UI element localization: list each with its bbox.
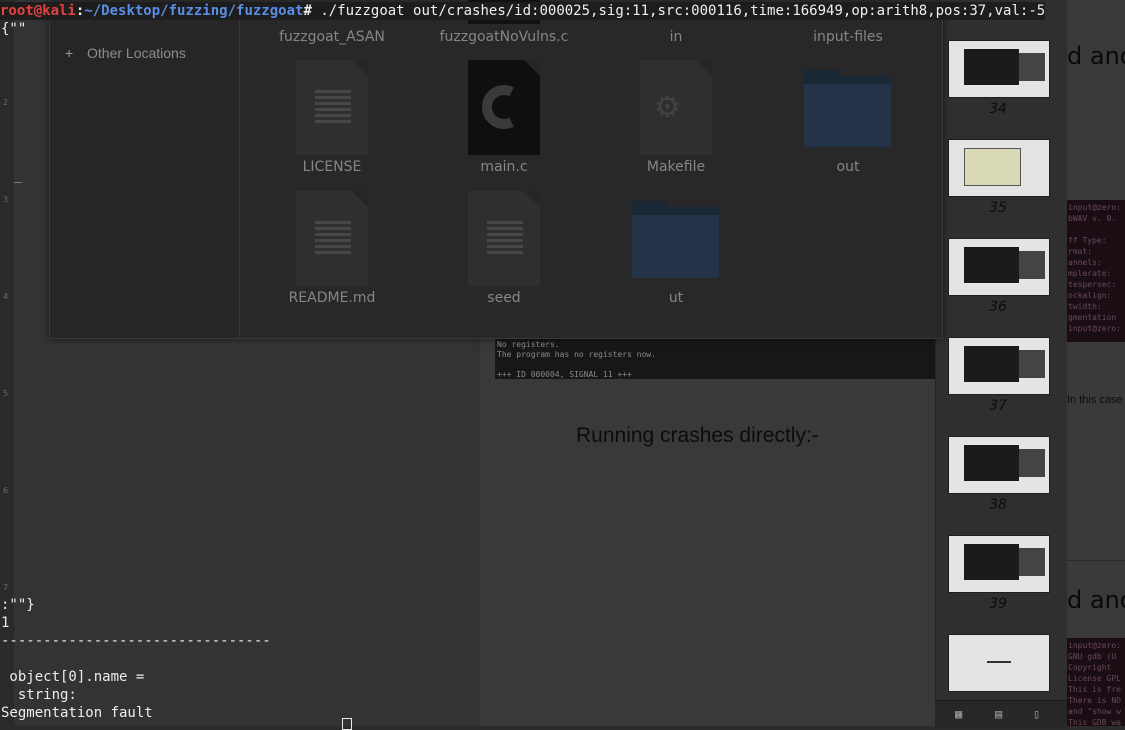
terminal-output-line: string: [1,687,77,703]
file-label[interactable]: in [601,29,751,45]
page-thumbnail[interactable] [948,238,1050,296]
ruler-number: 2 [3,98,9,107]
ruler-number: 6 [3,486,9,495]
prompt-user: root@kali [0,3,76,19]
terminal-output-line: -------------------------------- [1,633,271,649]
document-heading: Running crashes directly:- [576,424,819,447]
page-number: 36 [989,299,1007,315]
terminal-output-line: :""} [1,597,35,613]
terminal-cursor [342,718,352,730]
term-line: There is NO [1068,696,1121,705]
term-line: Copyright [1068,663,1112,672]
page-thumbnail[interactable] [948,337,1050,395]
page-number: 35 [989,200,1007,216]
page-number: 39 [989,596,1007,612]
prompt-path: ~/Desktop/fuzzing/fuzzgoat [84,3,304,19]
gdb-line: No registers. [497,340,560,349]
gdb-line [497,360,933,370]
term-line: gmentation [1068,313,1117,322]
sidebar-item-other-locations[interactable]: + Other Locations [65,45,186,61]
ruler-number: 7 [3,583,9,592]
outline-marker [14,182,22,183]
terminal-output-line: Segmentation fault [1,705,153,721]
file-label[interactable]: fuzzgoat_ASAN [257,29,407,45]
file-label[interactable]: README.md [257,290,407,306]
term-line: mplerate: [1068,269,1112,278]
file-label[interactable]: main.c [429,159,579,175]
term-line: twidth: [1068,302,1102,311]
term-line: tespersec: [1068,280,1117,289]
term-line: rmat: [1068,247,1093,256]
term-line: input@zero: [1068,324,1121,333]
terminal-command-line[interactable]: root@kali:~/Desktop/fuzzing/fuzzgoat# ./… [0,2,1046,20]
gdb-line: +++ ID 000004, SIGNAL 11 +++ [497,370,632,379]
page-number: 34 [989,101,1007,117]
right-caption: In this case [1067,394,1123,406]
right-document-page: d and input@zero: bWAV v. 0. ff Type: rm… [1067,0,1125,726]
page-number: 37 [989,398,1007,414]
terminal-output-line: object[0].name = [1,669,145,685]
gear-icon: ⚙ [654,90,681,125]
file-label[interactable]: fuzzgoatNoVulns.c [429,29,579,45]
right-heading: d and [1067,586,1125,614]
right-heading: d and [1067,42,1125,70]
terminal-output-line: {"" [1,21,27,37]
thumbnail-sidebar: 34 35 36 37 38 39 [935,0,1068,726]
term-line: This GDB wa [1068,718,1121,726]
term-line: ff Type: [1068,236,1107,245]
file-label[interactable]: Makefile [601,159,751,175]
term-line: annels: [1068,258,1102,267]
file-label[interactable]: seed [429,290,579,306]
file-label[interactable]: ut [601,290,751,306]
term-line: bWAV v. 0. [1068,214,1117,223]
ruler-number: 4 [3,292,9,301]
file-label[interactable]: input-files [773,29,923,45]
terminal-output-line: 1 [1,615,10,631]
page-thumbnail[interactable] [948,139,1050,197]
ruler-number: 5 [3,389,9,398]
page-thumbnail[interactable] [948,436,1050,494]
file-label[interactable]: out [773,159,923,175]
prompt-hash: # [303,3,321,19]
terminal-command: ./fuzzgoat out/crashes/id:000025,sig:11,… [320,3,1046,19]
sidebar-item-label: Other Locations [87,45,186,61]
ruler-number: 3 [3,195,9,204]
file-manager-window: + Other Locations fuzzgoat_ASAN fuzzgoatN… [49,0,943,339]
page-thumbnail[interactable] [948,40,1050,98]
gdb-screenshot: No registers. The program has no registe… [495,336,935,379]
file-label[interactable]: LICENSE [257,159,407,175]
term-line: and "show w [1068,707,1121,716]
thumbnail-toolbar: ▦ ▤ ▯ [935,700,1067,727]
phone-icon[interactable]: ▯ [1033,707,1047,721]
term-line: ockalign: [1068,291,1112,300]
term-line: License GPL [1068,674,1121,683]
term-line: This is fre [1068,685,1121,694]
grid-view-icon[interactable]: ▦ [955,707,969,721]
term-line [1068,224,1124,235]
terminal-screenshot: input@zero: bWAV v. 0. ff Type: rmat: an… [1067,200,1125,342]
terminal-screenshot: input@zero: GNU gdb (U Copyright License… [1067,638,1125,726]
plus-icon: + [65,45,74,61]
term-line: GNU gdb (U [1068,652,1117,661]
page-thumbnail[interactable] [948,535,1050,593]
page-thumbnail[interactable] [948,634,1050,692]
page-number: 38 [989,497,1007,513]
term-line: input@zero: [1068,641,1121,650]
term-line: input@zero: [1068,203,1121,212]
file-manager-sidebar: + Other Locations [50,0,240,338]
gdb-line: The program has no registers now. [497,350,656,359]
clipboard-icon[interactable]: ▤ [995,707,1009,721]
